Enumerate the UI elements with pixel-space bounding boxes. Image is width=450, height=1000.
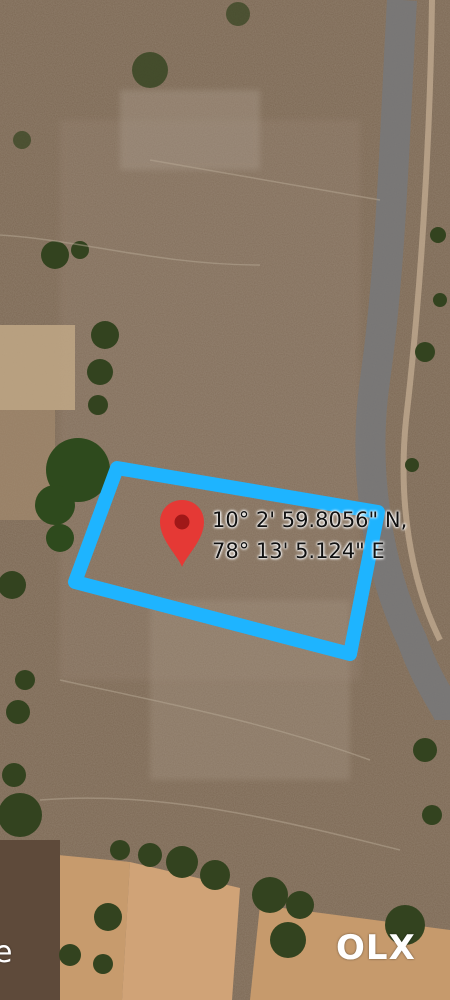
olx-watermark-logo: OLX (336, 928, 416, 968)
edge-text-fragment: e (0, 935, 13, 970)
longitude-text: 78° 13' 5.124" E (212, 539, 385, 563)
coordinates-label: 10° 2' 59.8056" N, 78° 13' 5.124" E (212, 505, 407, 567)
latitude-text: 10° 2' 59.8056" N, (212, 508, 408, 532)
field-bottom-dark (0, 840, 60, 1000)
field-patch-left (0, 325, 75, 410)
satellite-map[interactable] (0, 0, 450, 1000)
